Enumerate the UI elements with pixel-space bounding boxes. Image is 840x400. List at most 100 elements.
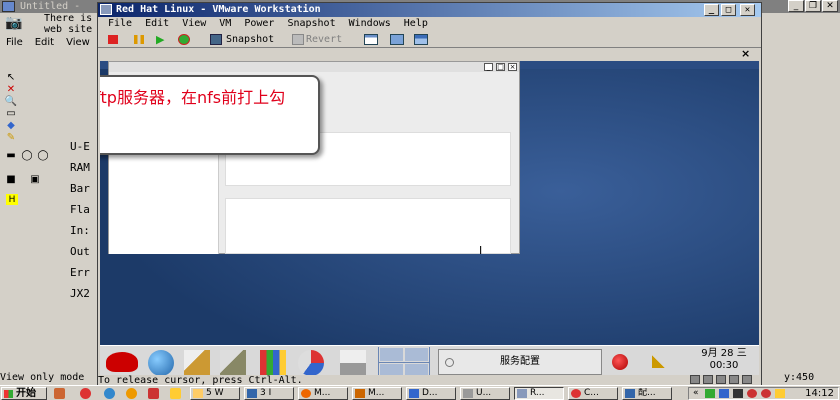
app-icon — [355, 389, 365, 398]
tray-app-icon[interactable] — [747, 389, 757, 398]
tray-app-icon[interactable] — [761, 389, 771, 398]
paint-close-button[interactable]: ✕ — [822, 0, 838, 12]
menu-vm[interactable]: VM — [219, 18, 231, 29]
writer-icon[interactable] — [220, 350, 246, 376]
delete-tool-icon[interactable]: ✕ — [4, 84, 18, 96]
tray-app-icon[interactable] — [719, 389, 729, 398]
quicklaunch-icon[interactable] — [54, 388, 65, 399]
paint-menu-view[interactable]: View — [66, 37, 90, 48]
tray-expand-icon[interactable]: « — [693, 389, 703, 398]
tray-app-icon[interactable] — [733, 389, 743, 398]
guest-close-button[interactable]: × — [508, 63, 517, 71]
vmware-maximize-button[interactable]: □ — [721, 4, 736, 16]
highlight-tool-icon[interactable]: H — [6, 194, 18, 205]
vmware-close-button[interactable]: ✕ — [740, 4, 755, 16]
side-label: Out — [70, 245, 90, 258]
tray-volume-icon[interactable] — [775, 389, 785, 398]
suspend-icon[interactable] — [134, 35, 144, 44]
ellipse-style-icon[interactable]: ◯ — [36, 150, 50, 162]
close-tab-icon[interactable]: × — [741, 48, 750, 60]
start-button[interactable]: 开始 — [1, 387, 47, 400]
floppy-icon[interactable] — [716, 375, 726, 384]
printer-icon[interactable] — [340, 350, 366, 376]
spreadsheet-icon[interactable] — [260, 350, 286, 376]
paint-minimize-button[interactable]: _ — [788, 0, 804, 12]
pencil-tool-icon[interactable]: ✎ — [4, 132, 18, 144]
power-on-icon[interactable]: ▶ — [156, 33, 170, 46]
taskbar-button[interactable]: C... — [568, 387, 618, 400]
quicklaunch-icon[interactable] — [170, 388, 181, 399]
task-label: C... — [584, 388, 599, 398]
border-color-icon[interactable]: ▣ — [28, 174, 42, 186]
menu-power[interactable]: Power — [244, 18, 274, 29]
vmware-minimize-button[interactable]: _ — [704, 4, 719, 16]
paint-toolbox: ↖ ✕ 🔍 ▭ ◆ ✎ ▬ ◯ ◯ ■ ▣ H — [0, 68, 70, 208]
taskbar-button[interactable]: D... — [406, 387, 456, 400]
vmware-tab-bar: × — [98, 48, 761, 60]
system-tray: « 14:12 — [688, 387, 839, 400]
reset-icon[interactable] — [178, 34, 190, 45]
ellipse-style-icon[interactable]: ◯ — [20, 150, 34, 162]
windows-taskbar: 开始 5 W 3 I M... M... D... U... R... C...… — [0, 385, 840, 400]
menu-view[interactable]: View — [182, 18, 206, 29]
impress-icon[interactable] — [298, 350, 324, 376]
workspace-1[interactable] — [379, 347, 404, 362]
guest-status-pane — [225, 198, 511, 254]
network-icon[interactable] — [729, 375, 739, 384]
redhat-menu-icon[interactable] — [106, 352, 138, 372]
taskbar-button[interactable]: 配... — [622, 387, 672, 400]
paint-menu-file[interactable]: File — [6, 37, 23, 48]
side-label: Fla — [70, 203, 90, 216]
usb-icon[interactable] — [742, 375, 752, 384]
taskbar-button[interactable]: M... — [352, 387, 402, 400]
service-config-task[interactable]: 服务配置 — [438, 349, 602, 375]
quicklaunch-icon[interactable] — [148, 388, 159, 399]
tray-network-icon[interactable] — [705, 389, 715, 398]
quick-switch-icon[interactable] — [414, 34, 428, 45]
camera-icon: 📷 — [5, 15, 23, 31]
menu-windows[interactable]: Windows — [349, 18, 391, 29]
app-icon — [571, 389, 581, 398]
guest-desktop[interactable]: _ □ × I 开启tftp服务器，在nfs前打上勾 — [100, 61, 759, 387]
hdd-icon[interactable] — [690, 375, 700, 384]
menu-file[interactable]: File — [108, 18, 132, 29]
snapshot-button[interactable]: Snapshot — [226, 31, 274, 48]
quicklaunch-icon[interactable] — [80, 388, 91, 399]
menu-help[interactable]: Help — [404, 18, 428, 29]
summary-view-icon[interactable] — [364, 34, 378, 45]
taskbar-button-folder-group[interactable]: 5 W — [190, 387, 240, 400]
browser-globe-icon[interactable] — [148, 350, 174, 376]
paint-side-labels: U-E RAM Bar Fla In: Out Err JX2 — [70, 136, 98, 304]
magnifier-tool-icon[interactable]: 🔍 — [4, 96, 18, 108]
paint-menu-edit[interactable]: Edit — [35, 37, 54, 48]
paint-app-icon — [2, 1, 15, 12]
taskbar-button-word-group[interactable]: 3 I — [244, 387, 294, 400]
cdrom-icon[interactable] — [703, 375, 713, 384]
vmware-toolbar: ▶ Snapshot Revert — [98, 31, 761, 48]
menu-snapshot[interactable]: Snapshot — [287, 18, 335, 29]
taskbar-button[interactable]: U... — [460, 387, 510, 400]
quicklaunch-icon[interactable] — [104, 388, 115, 399]
taskbar-button[interactable]: M... — [298, 387, 348, 400]
tray-clock[interactable]: 14:12 — [805, 388, 834, 399]
guest-clock[interactable]: 9月 28 三 00:30 — [694, 348, 754, 372]
menu-edit[interactable]: Edit — [145, 18, 169, 29]
fill-tool-icon[interactable]: ◆ — [4, 120, 18, 132]
line-style-icon[interactable]: ▬ — [4, 150, 18, 162]
fill-color-icon[interactable]: ■ — [4, 174, 18, 186]
power-off-icon[interactable] — [108, 35, 118, 44]
guest-maximize-button[interactable]: □ — [496, 63, 505, 71]
alert-icon[interactable] — [612, 354, 628, 370]
email-icon[interactable] — [184, 350, 210, 376]
paint-restore-button[interactable]: ❐ — [805, 0, 821, 12]
guest-minimize-button[interactable]: _ — [484, 63, 493, 71]
quicklaunch-icon[interactable] — [126, 388, 137, 399]
start-label: 开始 — [16, 388, 36, 399]
workspace-2[interactable] — [404, 347, 429, 362]
taskbar-button-vmware[interactable]: R... — [514, 387, 564, 400]
fullscreen-icon[interactable] — [390, 34, 404, 45]
rectangle-tool-icon[interactable]: ▭ — [4, 108, 18, 120]
key-icon[interactable] — [652, 354, 670, 368]
pointer-tool-icon[interactable]: ↖ — [4, 72, 18, 84]
snapshot-icon[interactable] — [210, 34, 222, 45]
